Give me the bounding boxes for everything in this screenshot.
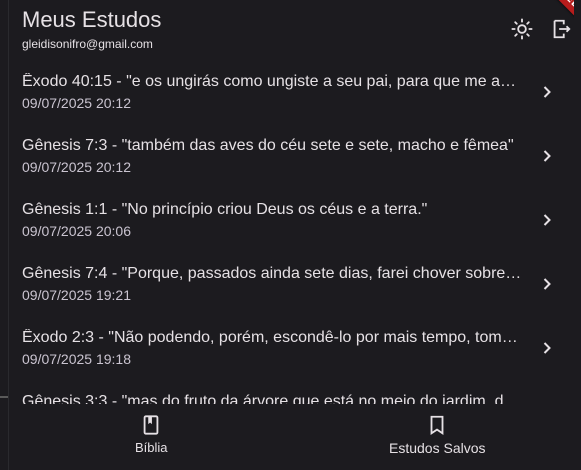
chevron-right-icon	[543, 214, 551, 226]
study-date: 09/07/2025 19:21	[22, 287, 131, 303]
page-title: Meus Estudos	[22, 7, 162, 32]
app-window: Meus Estudos gleidisonifro@gmail.com DEB…	[8, 0, 574, 470]
list-item[interactable]: Gênesis 1:1 - "No princípio criou Deus o…	[9, 192, 574, 256]
list-item[interactable]: Gênesis 7:3 - "também das aves do céu se…	[9, 128, 574, 192]
chevron-right-icon	[543, 342, 551, 354]
logout-button[interactable]	[550, 18, 572, 40]
app-root: Meus Estudos gleidisonifro@gmail.com DEB…	[0, 0, 581, 470]
user-email: gleidisonifro@gmail.com	[22, 37, 153, 51]
logout-icon	[553, 19, 571, 39]
study-title: Êxodo 40:15 - "e os ungirás como ungiste…	[22, 73, 522, 90]
nav-item-biblia[interactable]: Bíblia	[99, 404, 203, 470]
study-date: 09/07/2025 20:12	[22, 95, 131, 111]
nav-label-estudos-salvos: Estudos Salvos	[389, 440, 486, 456]
nav-label-biblia: Bíblia	[135, 440, 168, 455]
study-title: Gênesis 1:1 - "No princípio criou Deus o…	[22, 201, 428, 218]
list-item[interactable]: Êxodo 2:3 - "Não podendo, porém, escondê…	[9, 320, 574, 384]
study-title: Gênesis 7:3 - "também das aves do céu se…	[22, 137, 514, 154]
study-title: Êxodo 2:3 - "Não podendo, porém, escondê…	[22, 329, 522, 346]
background-window-edge	[0, 0, 8, 470]
list-item[interactable]: Gênesis 7:4 - "Porque, passados ainda se…	[9, 256, 574, 320]
study-date: 09/07/2025 20:06	[22, 223, 131, 239]
book-icon	[143, 415, 159, 435]
bottom-navigation: Bíblia Estudos Salvos	[9, 404, 574, 470]
list-item[interactable]: Êxodo 40:15 - "e os ungirás como ungiste…	[9, 64, 574, 128]
study-date: 09/07/2025 19:18	[22, 351, 131, 367]
bookmark-icon	[430, 415, 444, 435]
theme-toggle-button[interactable]	[511, 18, 533, 40]
chevron-right-icon	[543, 86, 551, 98]
studies-list[interactable]: Êxodo 40:15 - "e os ungirás como ungiste…	[9, 64, 574, 404]
chevron-right-icon	[543, 150, 551, 162]
nav-item-estudos-salvos[interactable]: Estudos Salvos	[381, 404, 501, 470]
background-divider	[0, 396, 8, 398]
study-date: 09/07/2025 20:12	[22, 159, 131, 175]
list-item[interactable]: Gênesis 3:3 - "mas do fruto da árvore qu…	[9, 384, 574, 404]
sun-icon	[511, 18, 533, 40]
study-title: Gênesis 7:4 - "Porque, passados ainda se…	[22, 265, 522, 282]
study-title: Gênesis 3:3 - "mas do fruto da árvore qu…	[22, 393, 522, 404]
chevron-right-icon	[543, 278, 551, 290]
app-bar: Meus Estudos gleidisonifro@gmail.com DEB…	[9, 0, 574, 60]
